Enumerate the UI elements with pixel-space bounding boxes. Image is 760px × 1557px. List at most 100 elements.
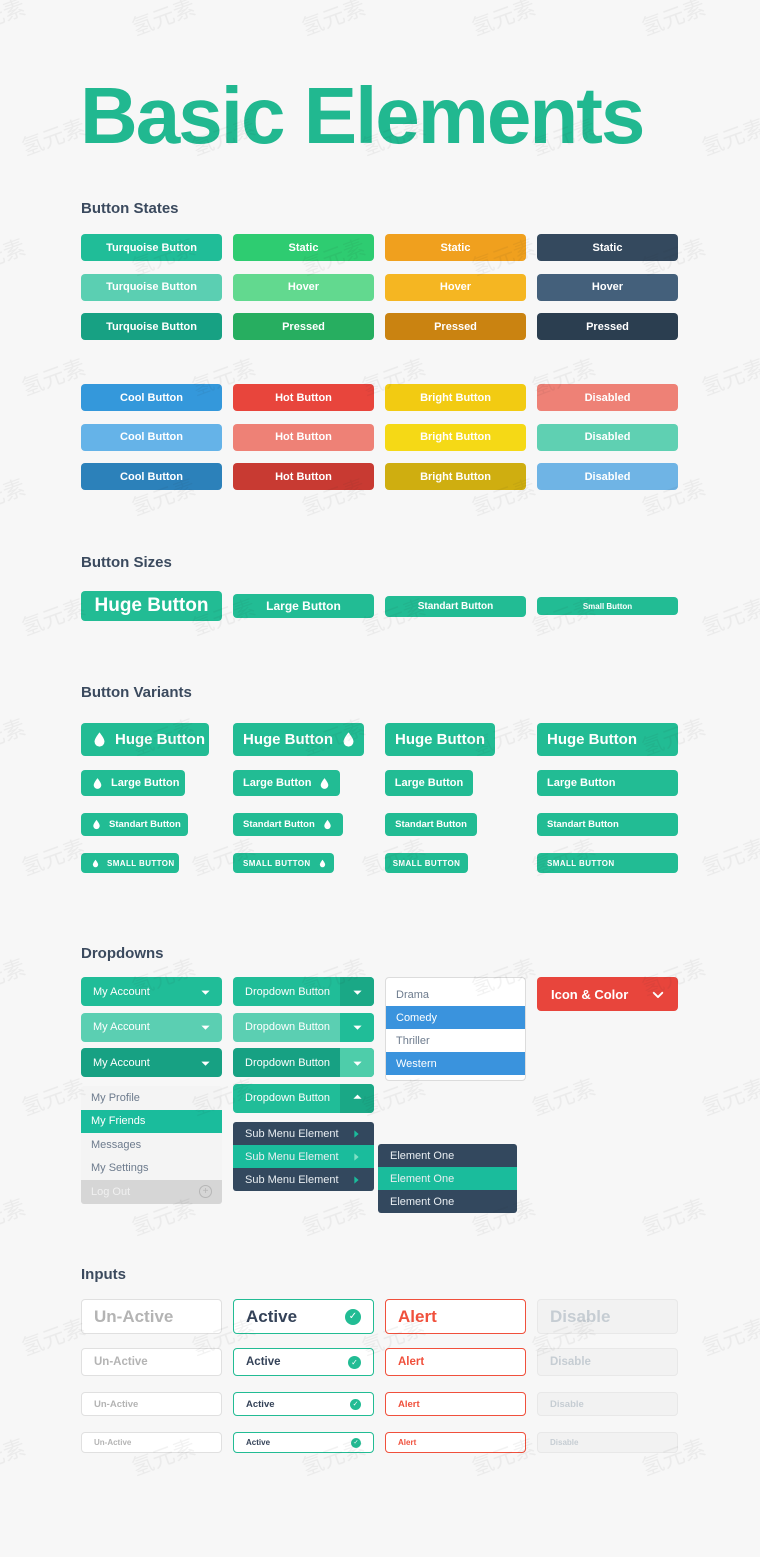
input-disable[interactable]: Disable bbox=[537, 1432, 678, 1453]
variant-button-plain[interactable]: Standart Button bbox=[385, 813, 477, 836]
state-button[interactable]: Disabled bbox=[537, 384, 678, 411]
state-button[interactable]: Pressed bbox=[385, 313, 526, 340]
input-alert[interactable]: Alert bbox=[385, 1299, 526, 1334]
variant-button-plain[interactable]: Huge Button bbox=[385, 723, 495, 756]
state-button[interactable]: Hot Button bbox=[233, 463, 374, 490]
input-disable[interactable]: Disable bbox=[537, 1392, 678, 1416]
dropdown-my-account[interactable]: My Account bbox=[81, 1048, 222, 1077]
droplet-icon bbox=[91, 819, 102, 830]
input-active[interactable]: Active ✓ bbox=[233, 1432, 374, 1453]
state-button[interactable]: Static bbox=[537, 234, 678, 261]
select-option[interactable]: Drama bbox=[386, 983, 525, 1006]
caret-down-icon[interactable] bbox=[188, 1013, 222, 1042]
variant-button-icon-left[interactable]: SMALL BUTTON bbox=[81, 853, 179, 873]
state-button[interactable]: Bright Button bbox=[385, 463, 526, 490]
dropdown-my-account[interactable]: My Account bbox=[81, 1012, 222, 1042]
input-alert[interactable]: Alert bbox=[385, 1392, 526, 1416]
size-button-huge[interactable]: Huge Button bbox=[81, 591, 222, 621]
input-un-active[interactable]: Un-Active bbox=[81, 1348, 222, 1376]
input-active[interactable]: Active ✓ bbox=[233, 1299, 374, 1334]
watermark-text: 氢元素 bbox=[527, 1550, 600, 1557]
variant-button-arrow-right[interactable]: SMALL BUTTON bbox=[537, 853, 678, 873]
variant-button-arrow-right[interactable]: Huge Button bbox=[537, 723, 678, 756]
input-un-active[interactable]: Un-Active bbox=[81, 1392, 222, 1416]
droplet-icon bbox=[318, 777, 331, 790]
sub-menu-item[interactable]: Element One bbox=[378, 1190, 517, 1213]
icon-and-color-label: Icon & Color bbox=[551, 986, 629, 1002]
state-button[interactable]: Hot Button bbox=[233, 384, 374, 411]
variant-button-icon-left[interactable]: Standart Button bbox=[81, 813, 188, 836]
state-button[interactable]: Bright Button bbox=[385, 423, 526, 451]
watermark-text: 氢元素 bbox=[17, 1550, 90, 1557]
state-button[interactable]: Bright Button bbox=[385, 384, 526, 411]
dropdown-button[interactable]: Dropdown Button bbox=[233, 1048, 374, 1077]
caret-down-icon[interactable] bbox=[340, 1048, 374, 1077]
state-button[interactable]: Hover bbox=[385, 273, 526, 301]
menu-item[interactable]: My Settings bbox=[81, 1157, 222, 1181]
variant-button-plain[interactable]: SMALL BUTTON bbox=[385, 853, 468, 873]
size-button-standart[interactable]: Standart Button bbox=[385, 595, 526, 617]
input-alert[interactable]: Alert bbox=[385, 1348, 526, 1376]
plus-circle-icon[interactable]: + bbox=[199, 1185, 212, 1199]
variant-button-icon-right[interactable]: SMALL BUTTON bbox=[233, 853, 334, 873]
state-button[interactable]: Cool Button bbox=[81, 423, 222, 451]
caret-down-icon[interactable] bbox=[340, 977, 374, 1006]
state-button[interactable]: Static bbox=[233, 234, 374, 261]
input-disable[interactable]: Disable bbox=[537, 1299, 678, 1334]
input-alert[interactable]: Alert bbox=[385, 1432, 526, 1453]
genre-select-list[interactable]: Drama Comedy Thriller Western bbox=[385, 977, 526, 1081]
variant-button-icon-left[interactable]: Huge Button bbox=[81, 723, 209, 756]
state-button[interactable]: Cool Button bbox=[81, 463, 222, 490]
input-un-active[interactable]: Un-Active bbox=[81, 1299, 222, 1334]
sub-menu-item[interactable]: Sub Menu Element bbox=[233, 1168, 374, 1191]
icon-and-color-button[interactable]: Icon & Color bbox=[537, 977, 678, 1011]
caret-down-icon[interactable] bbox=[188, 1048, 222, 1077]
sub-menu-item[interactable]: Sub Menu Element bbox=[233, 1145, 374, 1168]
state-button[interactable]: Turquoise Button bbox=[81, 234, 222, 261]
state-button[interactable]: Hot Button bbox=[233, 423, 374, 451]
chevron-down-icon[interactable] bbox=[652, 990, 664, 999]
select-option[interactable]: Thriller bbox=[386, 1029, 525, 1052]
dropdown-my-account[interactable]: My Account bbox=[81, 977, 222, 1006]
select-option[interactable]: Comedy bbox=[386, 1006, 525, 1029]
state-button[interactable]: Static bbox=[385, 234, 526, 261]
variant-button-icon-right[interactable]: Standart Button bbox=[233, 813, 343, 836]
state-button[interactable]: Disabled bbox=[537, 423, 678, 451]
section-heading-button-states: Button States bbox=[81, 200, 179, 217]
state-button[interactable]: Turquoise Button bbox=[81, 313, 222, 340]
dropdown-button[interactable]: Dropdown Button bbox=[233, 1012, 374, 1042]
sub-menu-item[interactable]: Element One bbox=[378, 1144, 517, 1167]
state-button[interactable]: Pressed bbox=[233, 313, 374, 340]
input-disable[interactable]: Disable bbox=[537, 1348, 678, 1376]
menu-item[interactable]: Messages bbox=[81, 1133, 222, 1157]
menu-item[interactable]: Log Out + bbox=[81, 1180, 222, 1204]
menu-item[interactable]: My Profile bbox=[81, 1086, 222, 1110]
variant-button-arrow-right[interactable]: Large Button bbox=[537, 770, 678, 796]
dropdown-button[interactable]: Dropdown Button bbox=[233, 1083, 374, 1113]
size-button-small[interactable]: Small Button bbox=[537, 597, 678, 615]
variant-button-icon-right[interactable]: Large Button bbox=[233, 770, 340, 796]
input-un-active[interactable]: Un-Active bbox=[81, 1432, 222, 1453]
variant-button-icon-right[interactable]: Huge Button bbox=[233, 723, 364, 756]
select-option[interactable]: Western bbox=[386, 1052, 525, 1075]
state-button[interactable]: Cool Button bbox=[81, 384, 222, 411]
state-button[interactable]: Hover bbox=[537, 273, 678, 301]
caret-down-icon[interactable] bbox=[188, 977, 222, 1006]
state-button[interactable]: Pressed bbox=[537, 313, 678, 340]
variant-button-plain[interactable]: Large Button bbox=[385, 770, 473, 796]
state-button[interactable]: Disabled bbox=[537, 463, 678, 490]
input-active[interactable]: Active ✓ bbox=[233, 1392, 374, 1416]
state-button[interactable]: Hover bbox=[233, 273, 374, 301]
sub-menu-item[interactable]: Sub Menu Element bbox=[233, 1122, 374, 1145]
menu-item[interactable]: My Friends bbox=[81, 1109, 222, 1133]
size-button-large[interactable]: Large Button bbox=[233, 594, 374, 618]
state-button[interactable]: Turquoise Button bbox=[81, 273, 222, 301]
variant-button-icon-left[interactable]: Large Button bbox=[81, 770, 185, 796]
sub-menu-item[interactable]: Element One bbox=[378, 1167, 517, 1190]
watermark-text: 氢元素 bbox=[357, 1550, 430, 1557]
caret-up-icon[interactable] bbox=[340, 1083, 374, 1113]
variant-button-arrow-right[interactable]: Standart Button bbox=[537, 813, 678, 836]
input-active[interactable]: Active ✓ bbox=[233, 1348, 374, 1376]
caret-down-icon[interactable] bbox=[340, 1012, 374, 1042]
dropdown-button[interactable]: Dropdown Button bbox=[233, 977, 374, 1006]
